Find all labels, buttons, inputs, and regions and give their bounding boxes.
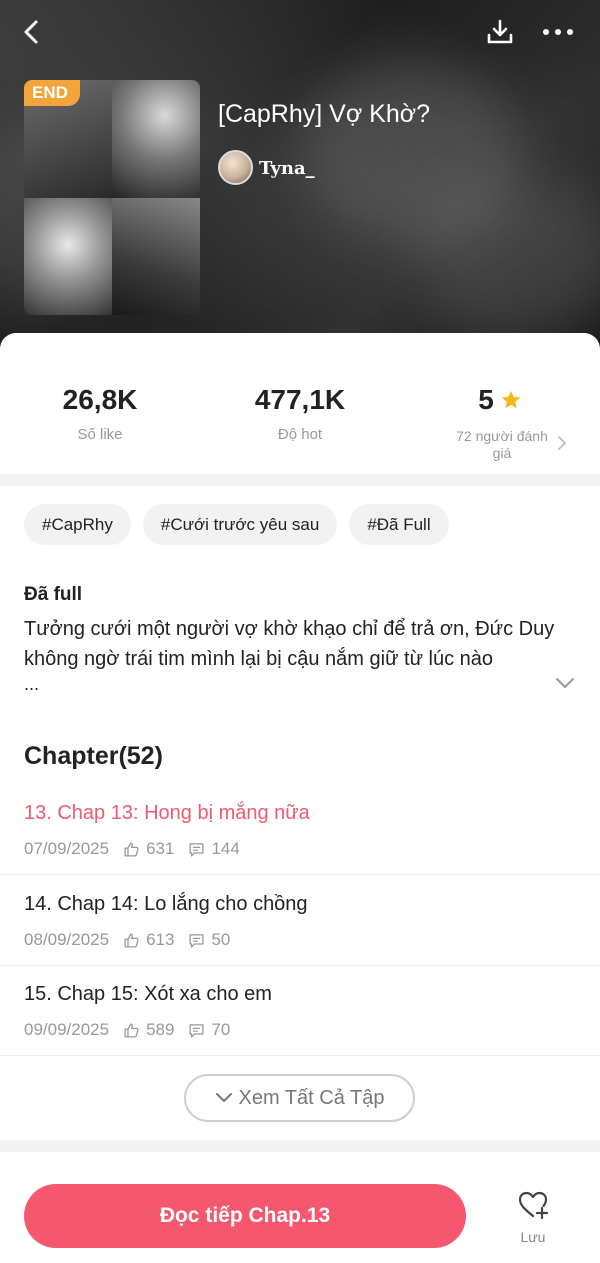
save-label: Lưu bbox=[520, 1229, 546, 1245]
hot-count: 477,1K bbox=[254, 384, 346, 415]
stat-likes: 26,8K Số like bbox=[20, 384, 180, 443]
back-button[interactable] bbox=[12, 12, 52, 52]
likes-count: 26,8K bbox=[62, 384, 138, 415]
chapter-row[interactable]: 15. Chap 15: Xót xa cho em 09/09/2025 58… bbox=[0, 965, 600, 1056]
chevron-down-icon[interactable] bbox=[554, 676, 576, 690]
chapter-likes: 613 bbox=[146, 930, 175, 949]
chapter-likes: 631 bbox=[146, 839, 175, 858]
tag-chip[interactable]: #Cưới trước yêu sau bbox=[142, 504, 338, 545]
continue-reading-button[interactable]: Đọc tiếp Chap.13 bbox=[24, 1184, 466, 1248]
author-name[interactable]: Tyna_ bbox=[259, 158, 315, 179]
chapter-title: 14. Chap 14: Lo lắng cho chồng bbox=[24, 893, 308, 915]
stat-hot: 477,1K Độ hot bbox=[220, 384, 380, 443]
rating-count-label[interactable]: 72 người đánh giá bbox=[448, 428, 556, 462]
bottom-action-bar: Đọc tiếp Chap.13 Lưu bbox=[0, 1168, 600, 1263]
likes-label: Số like bbox=[77, 426, 123, 443]
back-arrow-icon bbox=[24, 20, 38, 44]
tag-list: #CapRhy #Cưới trước yêu sau #Đã Full bbox=[24, 504, 449, 545]
tag-chip[interactable]: #CapRhy bbox=[24, 504, 131, 545]
download-button[interactable] bbox=[480, 12, 520, 52]
tag-chip[interactable]: #Đã Full bbox=[349, 504, 449, 545]
stat-rating[interactable]: 5 bbox=[440, 384, 560, 416]
download-icon bbox=[487, 19, 513, 44]
story-title: [CapRhy] Vợ Khờ? bbox=[218, 100, 431, 128]
comment-icon bbox=[189, 933, 204, 948]
chapter-comments: 70 bbox=[211, 1020, 231, 1039]
chevron-down-icon bbox=[215, 1093, 232, 1102]
comment-icon bbox=[189, 1023, 204, 1038]
section-divider bbox=[0, 474, 600, 486]
chapter-row[interactable]: 14. Chap 14: Lo lắng cho chồng 08/09/202… bbox=[0, 875, 600, 966]
chapter-date: 07/09/2025 bbox=[24, 839, 110, 858]
heart-plus-icon bbox=[518, 1191, 549, 1220]
description-ellipsis: ... bbox=[24, 674, 40, 694]
save-button[interactable]: Lưu bbox=[505, 1190, 561, 1246]
star-icon bbox=[501, 390, 520, 409]
view-all-chapters-button[interactable]: Xem Tất Cả Tập bbox=[184, 1074, 415, 1122]
description-text: Tưởng cưới một người vợ khờ khạo chỉ để … bbox=[24, 618, 555, 670]
chapter-comments: 50 bbox=[211, 930, 231, 949]
chapter-date: 08/09/2025 bbox=[24, 930, 110, 949]
story-cover-image[interactable]: END bbox=[24, 80, 200, 315]
chapter-date: 09/09/2025 bbox=[24, 1020, 110, 1039]
like-icon bbox=[124, 932, 139, 948]
more-options-button[interactable] bbox=[536, 12, 580, 52]
like-icon bbox=[124, 841, 139, 857]
end-badge: END bbox=[24, 80, 80, 106]
more-icon bbox=[543, 29, 573, 35]
view-all-label: Xem Tất Cả Tập bbox=[238, 1086, 385, 1109]
chapters-heading: Chapter(52) bbox=[24, 742, 163, 770]
chevron-right-icon[interactable] bbox=[556, 435, 568, 451]
comment-icon bbox=[189, 842, 204, 857]
author-avatar[interactable] bbox=[218, 150, 253, 185]
chapter-title: 13. Chap 13: Hong bị mắng nữa bbox=[24, 802, 310, 824]
chapter-comments: 144 bbox=[211, 839, 240, 858]
chapter-row[interactable]: 13. Chap 13: Hong bị mắng nữa 07/09/2025… bbox=[0, 784, 600, 875]
rating-value: 5 bbox=[478, 384, 494, 415]
hot-label: Độ hot bbox=[277, 426, 323, 443]
top-bar bbox=[0, 0, 600, 64]
like-icon bbox=[124, 1022, 139, 1038]
description-heading: Đã full bbox=[24, 584, 83, 605]
section-divider bbox=[0, 1140, 600, 1152]
chapter-likes: 589 bbox=[146, 1020, 175, 1039]
chapter-title: 15. Chap 15: Xót xa cho em bbox=[24, 983, 272, 1005]
